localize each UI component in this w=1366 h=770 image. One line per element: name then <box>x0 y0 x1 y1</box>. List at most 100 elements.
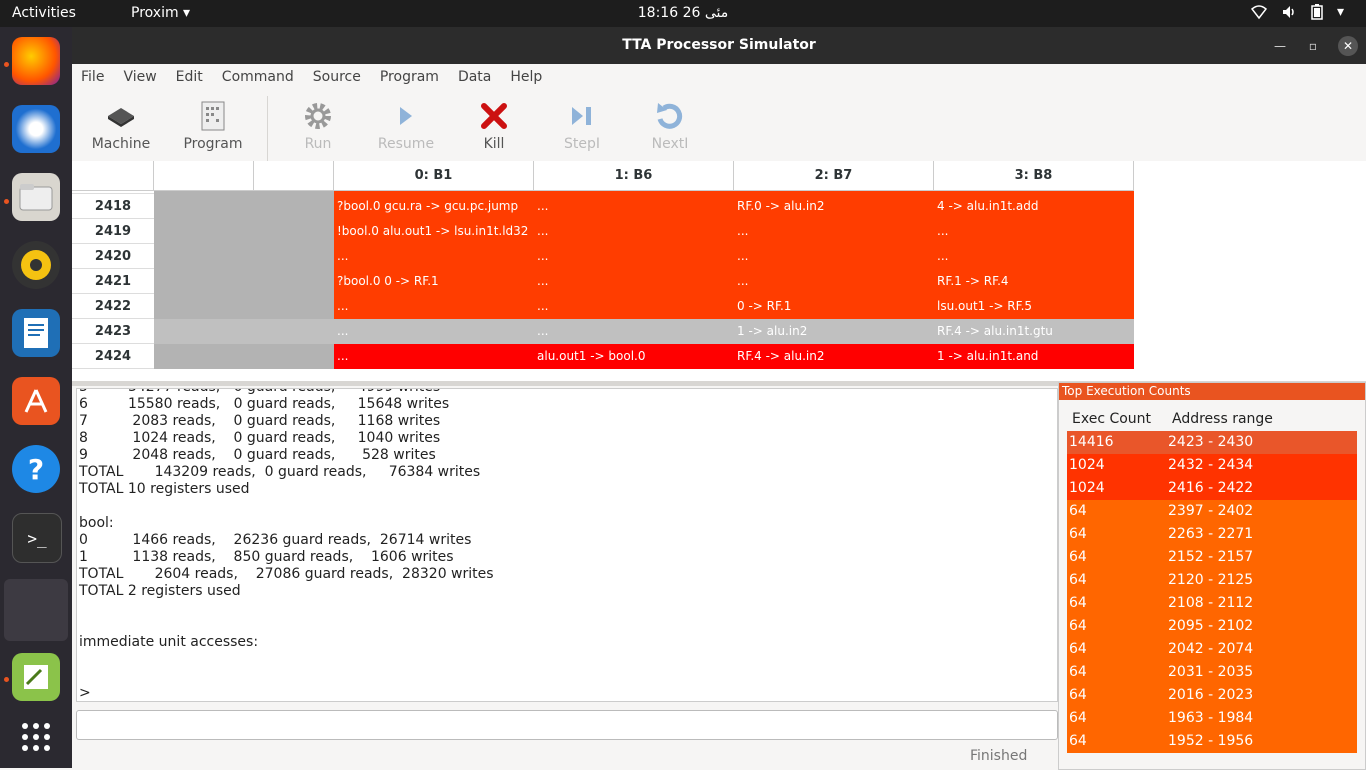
move-cell[interactable]: RF.4 -> alu.in2 <box>734 344 934 369</box>
grid-row[interactable]: 2424... alu.out1 -> bool.0 RF.4 -> alu.in2… <box>72 344 1134 369</box>
exec-count-row[interactable]: 64 2016 - 2023 <box>1067 684 1357 707</box>
writer-icon[interactable] <box>12 309 60 357</box>
maximize-button[interactable]: ▫ <box>1303 36 1323 56</box>
grid-header-bus-2[interactable]: 2: B7 <box>734 161 934 191</box>
move-cell[interactable]: RF.4 -> alu.in1t.gtu <box>934 319 1134 344</box>
exec-count-row[interactable]: 1024 2416 - 2422 <box>1067 477 1357 500</box>
column-header-exec-count[interactable]: Exec Count <box>1072 411 1151 427</box>
kill-label: Kill <box>483 136 505 152</box>
exec-count-row[interactable]: 64 2120 - 2125 <box>1067 569 1357 592</box>
move-cell[interactable]: ... <box>734 219 934 244</box>
resume-label: Resume <box>377 136 435 152</box>
exec-count-value: 64 <box>1069 526 1087 542</box>
move-cell[interactable]: ... <box>734 244 934 269</box>
move-cell[interactable]: ... <box>534 294 734 319</box>
grid-header-blank <box>254 161 334 191</box>
exec-count-row[interactable]: 64 2095 - 2102 <box>1067 615 1357 638</box>
exec-count-value: 64 <box>1069 618 1087 634</box>
move-cell[interactable]: ... <box>534 219 734 244</box>
machine-button[interactable]: Machine <box>78 96 164 152</box>
move-cell[interactable]: RF.1 -> RF.4 <box>934 269 1134 294</box>
minimize-button[interactable]: — <box>1270 36 1290 56</box>
move-cell[interactable]: 0 -> RF.1 <box>734 294 934 319</box>
grid-row[interactable]: 2422...... 0 -> RF.1 lsu.out1 -> RF.5 <box>72 294 1134 319</box>
move-cell[interactable]: ?bool.0 gcu.ra -> gcu.pc.jump <box>334 194 534 219</box>
row-guard-area <box>154 244 334 269</box>
files-icon[interactable] <box>12 173 60 221</box>
move-cell[interactable]: ... <box>534 269 734 294</box>
move-cell[interactable]: 4 -> alu.in1t.add <box>934 194 1134 219</box>
row-address: 2422 <box>72 294 154 319</box>
grid-header-bus-3[interactable]: 3: B8 <box>934 161 1134 191</box>
editor-icon[interactable] <box>12 653 60 701</box>
move-cell[interactable]: ... <box>534 319 734 344</box>
rhythmbox-icon[interactable] <box>12 241 60 289</box>
exec-count-row[interactable]: 64 2397 - 2402 <box>1067 500 1357 523</box>
battery-icon <box>1311 4 1323 24</box>
stepi-button[interactable]: StepI <box>539 96 625 152</box>
move-cell[interactable]: !bool.0 alu.out1 -> lsu.in1t.ld32 <box>334 219 534 244</box>
grid-row[interactable]: 2421 ?bool.0 0 -> RF.1...... RF.1 -> RF.4 <box>72 269 1134 294</box>
program-grid[interactable]: 0: B1 1: B6 2: B7 3: B8 2417.........alu… <box>72 161 1366 381</box>
grid-row[interactable]: 2423...... 1 -> alu.in2 RF.4 -> alu.in1t.g… <box>72 319 1134 344</box>
move-cell[interactable]: ... <box>534 244 734 269</box>
exec-count-row[interactable]: 1024 2432 - 2434 <box>1067 454 1357 477</box>
exec-count-row[interactable]: 64 1952 - 1956 <box>1067 730 1357 753</box>
system-tray[interactable]: ▾ <box>1250 4 1344 24</box>
clock[interactable]: مئی 26 18:16 <box>0 5 1366 21</box>
move-cell[interactable]: ... <box>334 319 534 344</box>
grid-header-bus-0[interactable]: 0: B1 <box>334 161 534 191</box>
exec-count-row[interactable]: 64 2152 - 2157 <box>1067 546 1357 569</box>
move-cell[interactable]: 1 -> alu.in2 <box>734 319 934 344</box>
move-cell[interactable]: ... <box>334 344 534 369</box>
exec-count-row[interactable]: 14416 2423 - 2430 <box>1067 431 1357 454</box>
program-button[interactable]: Program <box>170 96 256 152</box>
menu-data[interactable]: Data <box>449 64 501 90</box>
move-cell[interactable]: ?bool.0 0 -> RF.1 <box>334 269 534 294</box>
menu-command[interactable]: Command <box>213 64 304 90</box>
move-cell[interactable]: ... <box>334 294 534 319</box>
panel-title[interactable]: Top Execution Counts <box>1059 383 1365 400</box>
column-header-address-range[interactable]: Address range <box>1172 411 1273 427</box>
close-button[interactable]: ✕ <box>1338 36 1358 56</box>
command-input[interactable] <box>76 710 1058 740</box>
exec-count-row[interactable]: 64 2042 - 2074 <box>1067 638 1357 661</box>
simulator-icon[interactable] <box>4 579 68 641</box>
exec-count-row[interactable]: 64 2263 - 2271 <box>1067 523 1357 546</box>
title-bar[interactable]: TTA Processor Simulator — ▫ ✕ <box>72 27 1366 64</box>
help-icon[interactable]: ? <box>12 445 60 493</box>
menu-edit[interactable]: Edit <box>167 64 213 90</box>
exec-count-row[interactable]: 64 2031 - 2035 <box>1067 661 1357 684</box>
move-cell[interactable]: alu.out1 -> bool.0 <box>534 344 734 369</box>
app-grid-icon[interactable] <box>12 713 60 761</box>
console-line: TOTAL 143209 reads, 0 guard reads, 76384… <box>79 464 481 480</box>
thunderbird-icon[interactable] <box>12 105 60 153</box>
run-button[interactable]: Run <box>275 96 361 152</box>
move-cell[interactable]: ... <box>734 269 934 294</box>
move-cell[interactable]: ... <box>334 244 534 269</box>
grid-row[interactable]: 2418 ?bool.0 gcu.ra -> gcu.pc.jump... RF.0… <box>72 194 1134 219</box>
move-cell[interactable]: lsu.out1 -> RF.5 <box>934 294 1134 319</box>
firefox-icon[interactable] <box>12 37 60 85</box>
move-cell[interactable]: ... <box>934 244 1134 269</box>
move-cell[interactable]: 1 -> alu.in1t.and <box>934 344 1134 369</box>
resume-button[interactable]: Resume <box>363 96 449 152</box>
exec-count-row[interactable]: 64 1963 - 1984 <box>1067 707 1357 730</box>
exec-count-row[interactable]: 64 2108 - 2112 <box>1067 592 1357 615</box>
menu-program[interactable]: Program <box>371 64 449 90</box>
menu-source[interactable]: Source <box>304 64 371 90</box>
menu-view[interactable]: View <box>114 64 166 90</box>
nexti-button[interactable]: NextI <box>627 96 713 152</box>
grid-row[interactable]: 2419 !bool.0 alu.out1 -> lsu.in1t.ld32...… <box>72 219 1134 244</box>
menu-help[interactable]: Help <box>501 64 552 90</box>
move-cell[interactable]: ... <box>534 194 734 219</box>
grid-row[interactable]: 2420............ <box>72 244 1134 269</box>
kill-button[interactable]: Kill <box>451 96 537 152</box>
terminal-icon[interactable]: >_ <box>12 513 62 563</box>
move-cell[interactable]: ... <box>934 219 1134 244</box>
grid-header-bus-1[interactable]: 1: B6 <box>534 161 734 191</box>
move-cell[interactable]: RF.0 -> alu.in2 <box>734 194 934 219</box>
console-output[interactable]: 5 34277 reads, 0 guard reads, 4999 write… <box>76 388 1058 702</box>
menu-file[interactable]: File <box>72 64 114 90</box>
software-icon[interactable] <box>12 377 60 425</box>
